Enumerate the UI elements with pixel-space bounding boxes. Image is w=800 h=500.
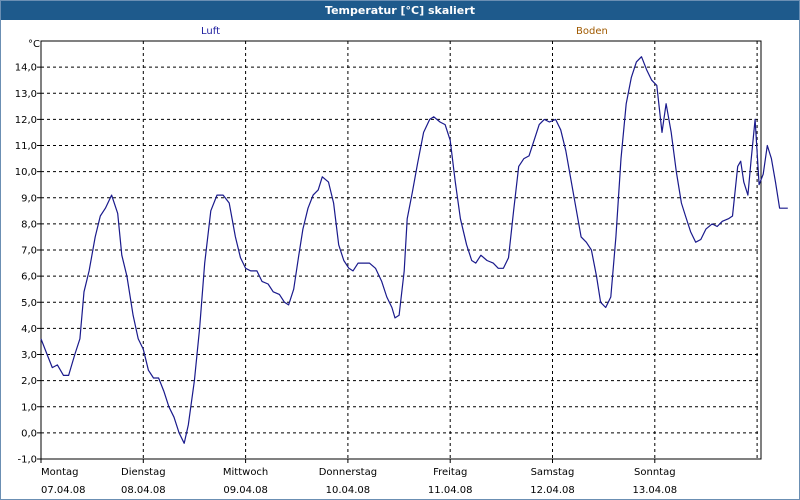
legend-boden: Boden [576, 26, 608, 37]
y-tick-label: -1,0 [17, 455, 37, 466]
x-date-label: 13.04.08 [633, 485, 678, 496]
x-date-label: 07.04.08 [41, 485, 86, 496]
y-tick-label: 7,0 [21, 246, 37, 257]
y-tick-label: 6,0 [21, 272, 37, 283]
x-day-label: Samstag [531, 467, 575, 478]
y-tick-label: 10,0 [15, 167, 37, 178]
x-day-label: Dienstag [121, 467, 166, 478]
y-tick-label: 0,0 [21, 428, 37, 439]
x-date-label: 09.04.08 [223, 485, 268, 496]
y-tick-label: 12,0 [15, 115, 37, 126]
y-tick-label: 11,0 [15, 141, 37, 152]
x-day-label: Freitag [433, 467, 467, 478]
y-tick-label: 5,0 [21, 298, 37, 309]
y-tick-label: 3,0 [21, 350, 37, 361]
x-day-label: Mittwoch [223, 467, 268, 478]
temperature-chart: -1,0 0,0 1,0 2,0 3,0 4,0 5,0 6,0 7,0 8,0 9,0 10,0 11… [15, 40, 788, 496]
y-tick-label: 13,0 [15, 89, 37, 100]
x-day-label: Montag [41, 467, 78, 478]
y-tick-label: 4,0 [21, 324, 37, 335]
y-tick-label: 8,0 [21, 219, 37, 230]
x-date-label: 12.04.08 [530, 485, 575, 496]
y-tick-label: 1,0 [21, 402, 37, 413]
x-day-label: Sonntag [634, 467, 676, 478]
grid-layer [41, 41, 761, 459]
chart-window: Temperatur [°C] skaliert -1,0 0,0 1,0 2,0 3,… [0, 0, 800, 500]
y-tick-label: 2,0 [21, 376, 37, 387]
y-axis-unit-label: °C [28, 39, 40, 50]
y-tick-label: 14,0 [15, 63, 37, 74]
axis-layer [37, 40, 762, 463]
x-day-label: Donnerstag [319, 467, 377, 478]
x-date-label: 08.04.08 [121, 485, 166, 496]
x-date-label: 10.04.08 [326, 485, 371, 496]
x-date-label: 11.04.08 [428, 485, 473, 496]
legend-luft: Luft [201, 26, 220, 37]
tick-label-layer: -1,0 0,0 1,0 2,0 3,0 4,0 5,0 6,0 7,0 8,0 9,0 10,0 11… [15, 63, 677, 496]
y-tick-label: 9,0 [21, 193, 37, 204]
